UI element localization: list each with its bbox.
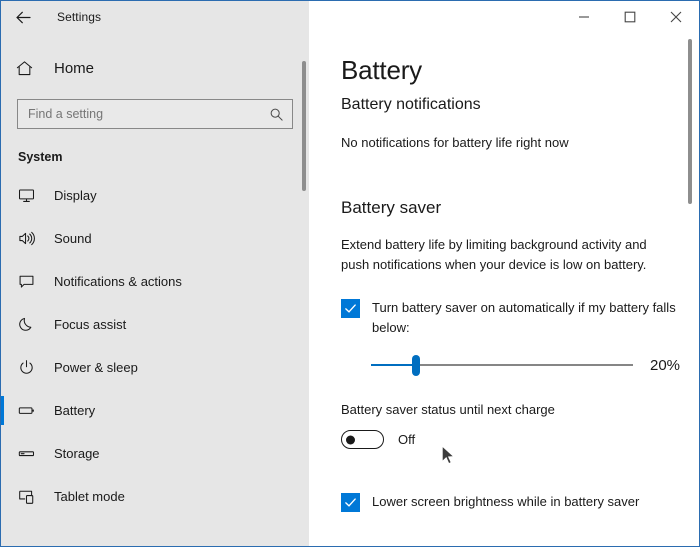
sidebar-item-display[interactable]: Display xyxy=(1,174,309,217)
battery-saver-status-row: Off xyxy=(341,430,699,450)
search-box[interactable] xyxy=(17,99,293,129)
main-content: Battery Battery notifications No notific… xyxy=(309,33,699,546)
sidebar-item-battery[interactable]: Battery xyxy=(1,389,309,432)
minimize-button[interactable] xyxy=(561,1,607,32)
sidebar-item-storage[interactable]: Storage xyxy=(1,432,309,475)
lower-brightness-label: Lower screen brightness while in battery… xyxy=(372,494,640,510)
sidebar-item-home[interactable]: Home xyxy=(1,48,309,88)
sidebar-item-label: Battery xyxy=(54,403,96,418)
lower-brightness-checkbox-row[interactable]: Lower screen brightness while in battery… xyxy=(341,492,699,513)
speaker-icon xyxy=(18,230,46,247)
main-scrollbar-thumb[interactable] xyxy=(688,39,692,204)
search-icon xyxy=(269,107,284,122)
sidebar-scrollbar[interactable] xyxy=(298,33,309,546)
battery-threshold-slider[interactable] xyxy=(371,354,633,376)
sidebar-item-power-sleep[interactable]: Power & sleep xyxy=(1,346,309,389)
sidebar-item-tablet-mode[interactable]: Tablet mode xyxy=(1,475,309,518)
home-icon xyxy=(15,59,45,78)
sidebar-item-label: Focus assist xyxy=(54,317,127,332)
sidebar: Home System xyxy=(1,33,309,546)
sidebar-nav-list: Display Sound Notifications & actions Fo… xyxy=(1,174,309,546)
monitor-icon xyxy=(18,187,46,204)
home-label: Home xyxy=(54,59,95,77)
battery-saver-status-toggle[interactable] xyxy=(341,430,384,450)
battery-saver-description: Extend battery life by limiting backgrou… xyxy=(341,236,647,272)
toggle-knob xyxy=(346,435,355,445)
search-container xyxy=(1,88,309,129)
maximize-button[interactable] xyxy=(607,1,653,32)
battery-notifications-text: No notifications for battery life right … xyxy=(341,135,569,150)
window-controls xyxy=(309,1,699,33)
close-button[interactable] xyxy=(653,1,699,32)
auto-battery-saver-label: Turn battery saver on automatically if m… xyxy=(372,300,676,335)
slider-value-label: 20% xyxy=(650,356,681,374)
sidebar-item-focus-assist[interactable]: Focus assist xyxy=(1,303,309,346)
sidebar-item-label: Display xyxy=(54,188,97,203)
notification-icon xyxy=(18,273,46,290)
storage-icon xyxy=(18,445,46,462)
sidebar-item-label: Sound xyxy=(54,231,92,246)
sidebar-scrollbar-thumb[interactable] xyxy=(302,61,306,191)
sidebar-item-notifications[interactable]: Notifications & actions xyxy=(1,260,309,303)
auto-battery-saver-checkbox[interactable] xyxy=(341,299,360,319)
battery-saver-status-label: Battery saver status until next charge xyxy=(341,402,555,418)
battery-saver-heading: Battery saver xyxy=(341,197,442,217)
sidebar-item-sound[interactable]: Sound xyxy=(1,217,309,260)
sidebar-item-label: Storage xyxy=(54,446,100,461)
battery-notifications-heading: Battery notifications xyxy=(341,96,481,113)
moon-icon xyxy=(18,316,46,333)
title-bar-left: Settings xyxy=(1,1,309,33)
lower-brightness-checkbox[interactable] xyxy=(341,493,360,513)
main-scrollbar[interactable] xyxy=(685,33,696,546)
page-title: Battery xyxy=(341,55,422,85)
slider-thumb[interactable] xyxy=(411,354,420,376)
battery-threshold-slider-row: 20% xyxy=(341,354,699,376)
search-input[interactable] xyxy=(28,107,269,121)
window-body: Home System xyxy=(1,33,699,546)
app-title: Settings xyxy=(57,10,102,24)
sidebar-item-label: Tablet mode xyxy=(54,489,125,504)
slider-track-fill xyxy=(371,364,416,367)
battery-icon xyxy=(18,402,46,419)
sidebar-item-label: Power & sleep xyxy=(54,360,138,375)
auto-battery-saver-checkbox-row[interactable]: Turn battery saver on automatically if m… xyxy=(341,298,699,337)
back-button[interactable] xyxy=(1,1,45,33)
title-bar: Settings xyxy=(1,1,699,33)
toggle-state-label: Off xyxy=(398,432,416,448)
tablet-icon xyxy=(18,488,46,505)
settings-window: Settings Home Find a setting System Disp… xyxy=(0,0,700,547)
sidebar-item-label: Notifications & actions xyxy=(54,274,182,289)
sidebar-section-title: System xyxy=(18,150,63,164)
power-icon xyxy=(18,359,46,376)
